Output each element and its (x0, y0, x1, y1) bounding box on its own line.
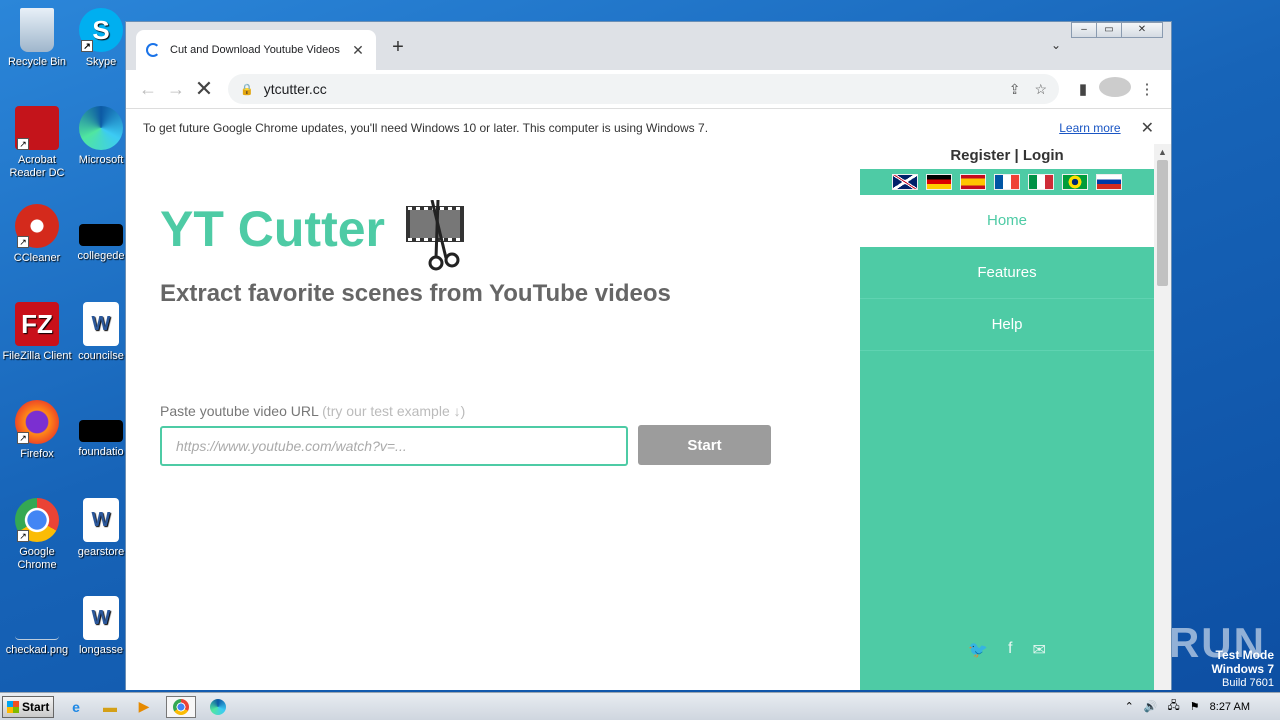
language-flags (860, 169, 1154, 195)
ccleaner-icon: ↗ (15, 204, 59, 248)
taskbar: Start e ▬ ▶ ⌃ 🔊 🖧 ⚑ 8:27 AM (0, 692, 1280, 720)
edge-taskbar-icon[interactable] (206, 696, 230, 718)
nav-features[interactable]: Features (860, 247, 1154, 299)
twitter-icon[interactable]: 🐦 (968, 640, 988, 660)
desktop-icon-checkad[interactable]: checkad.png (0, 596, 74, 657)
recycle-bin-icon (20, 8, 54, 52)
chrome-icon: ↗ (15, 498, 59, 542)
desktop-icon-firefox[interactable]: ↗ Firefox (0, 400, 74, 461)
france-flag-icon[interactable] (994, 174, 1020, 190)
test-mode-label: Test Mode Windows 7 Build 7601 (1211, 648, 1274, 689)
desktop-icon-filezilla[interactable]: FZ FileZilla Client (0, 302, 74, 363)
brand-title: YT Cutter (160, 201, 385, 257)
tab-title: Cut and Download Youtube Videos (170, 44, 340, 56)
desktop-icon-chrome[interactable]: ↗ Google Chrome (0, 498, 74, 572)
tab-search-chevron-icon[interactable]: ⌄ (1051, 38, 1061, 52)
close-window-button[interactable]: ✕ (1121, 22, 1163, 38)
russia-flag-icon[interactable] (1096, 174, 1122, 190)
internet-explorer-icon[interactable]: e (64, 696, 88, 718)
start-button-windows[interactable]: Start (2, 695, 54, 718)
page-scrollbar[interactable]: ▲ (1154, 144, 1171, 690)
tray-expand-icon[interactable]: ⌃ (1125, 700, 1134, 713)
address-bar[interactable]: 🔒 ytcutter.cc ⇪ ☆ (228, 74, 1059, 104)
image-file-icon (15, 596, 59, 640)
uk-flag-icon[interactable] (892, 174, 918, 190)
windows-logo-icon (7, 700, 19, 713)
url-text[interactable]: ytcutter.cc (264, 81, 995, 97)
file-icon (79, 420, 123, 442)
menu-kebab-icon[interactable]: ⋮ (1131, 80, 1163, 98)
nav-home[interactable]: Home (860, 195, 1154, 247)
social-links: 🐦 f ✉ (860, 640, 1154, 660)
system-tray: ⌃ 🔊 🖧 ⚑ 8:27 AM (1120, 693, 1280, 720)
maximize-button[interactable]: ▭ (1096, 22, 1122, 38)
youtube-url-input[interactable] (160, 426, 628, 466)
side-panel-icon[interactable]: ▮ (1067, 80, 1099, 98)
chrome-window: Cut and Download Youtube Videos ✕ + ⌄ – … (125, 21, 1172, 690)
learn-more-link[interactable]: Learn more (1059, 121, 1120, 135)
test-example-link[interactable]: (try our test example ↓) (322, 403, 465, 419)
tagline: Extract favorite scenes from YouTube vid… (160, 280, 671, 307)
edge-icon (79, 106, 123, 150)
title-bar: Cut and Download Youtube Videos ✕ + ⌄ – … (126, 22, 1171, 70)
facebook-icon[interactable]: f (1008, 640, 1012, 660)
skype-icon: S ↗ (79, 8, 123, 52)
share-icon[interactable]: ⇪ (1009, 81, 1021, 98)
firefox-icon: ↗ (15, 400, 59, 444)
loading-spinner-icon (146, 43, 160, 57)
chrome-taskbar-icon[interactable] (166, 695, 196, 718)
nav-help[interactable]: Help (860, 299, 1154, 351)
acrobat-icon: ↗ (15, 106, 59, 150)
brazil-flag-icon[interactable] (1062, 174, 1088, 190)
new-tab-button[interactable]: + (388, 36, 408, 59)
desktop-icon-recycle-bin[interactable]: Recycle Bin (0, 8, 74, 69)
word-doc-icon: W (83, 596, 119, 640)
update-infobar: To get future Google Chrome updates, you… (126, 108, 1171, 148)
back-button[interactable]: ← (134, 79, 162, 100)
profile-button[interactable] (1099, 77, 1131, 101)
network-icon[interactable]: 🖧 (1168, 697, 1180, 716)
film-scissors-icon (406, 200, 464, 271)
clock[interactable]: 8:27 AM (1210, 701, 1250, 713)
germany-flag-icon[interactable] (926, 174, 952, 190)
volume-icon[interactable]: 🔊 (1144, 700, 1158, 713)
word-doc-icon: W (83, 498, 119, 542)
spain-flag-icon[interactable] (960, 174, 986, 190)
scrollbar-thumb[interactable] (1157, 160, 1168, 286)
infobar-message: To get future Google Chrome updates, you… (143, 121, 709, 135)
infobar-close-icon[interactable]: ✕ (1141, 118, 1154, 138)
url-label: Paste youtube video URL (try our test ex… (160, 403, 466, 419)
window-controls: – ▭ ✕ (1071, 22, 1163, 38)
sidebar: Register | Login Home Features Help 🐦 f … (860, 144, 1154, 690)
tab-close-icon[interactable]: ✕ (350, 42, 366, 59)
scroll-up-icon[interactable]: ▲ (1154, 144, 1171, 160)
lock-icon[interactable]: 🔒 (240, 83, 254, 96)
flag-icon[interactable]: ⚑ (1190, 700, 1200, 713)
avatar-icon (1099, 77, 1131, 97)
start-button[interactable]: Start (638, 425, 771, 465)
stop-loading-button[interactable]: ✕ (190, 76, 218, 102)
desktop-icon-acrobat[interactable]: ↗ Acrobat Reader DC (0, 106, 74, 180)
media-player-icon[interactable]: ▶ (132, 696, 156, 718)
forward-button[interactable]: → (162, 79, 190, 100)
bookmark-star-icon[interactable]: ☆ (1034, 81, 1047, 98)
email-icon[interactable]: ✉ (1032, 640, 1045, 660)
browser-toolbar: ← → ✕ 🔒 ytcutter.cc ⇪ ☆ ▮ ⋮ (126, 70, 1171, 108)
filezilla-icon: FZ (15, 302, 59, 346)
minimize-button[interactable]: – (1071, 22, 1097, 38)
desktop-icon-ccleaner[interactable]: ↗ CCleaner (0, 204, 74, 265)
italy-flag-icon[interactable] (1028, 174, 1054, 190)
web-page: YT Cutter Extract favorite scenes from Y… (126, 144, 1171, 690)
word-doc-icon: W (83, 302, 119, 346)
file-icon (79, 224, 123, 246)
browser-tab[interactable]: Cut and Download Youtube Videos ✕ (136, 30, 376, 70)
file-explorer-icon[interactable]: ▬ (98, 696, 122, 718)
register-login-link[interactable]: Register | Login (860, 144, 1154, 169)
